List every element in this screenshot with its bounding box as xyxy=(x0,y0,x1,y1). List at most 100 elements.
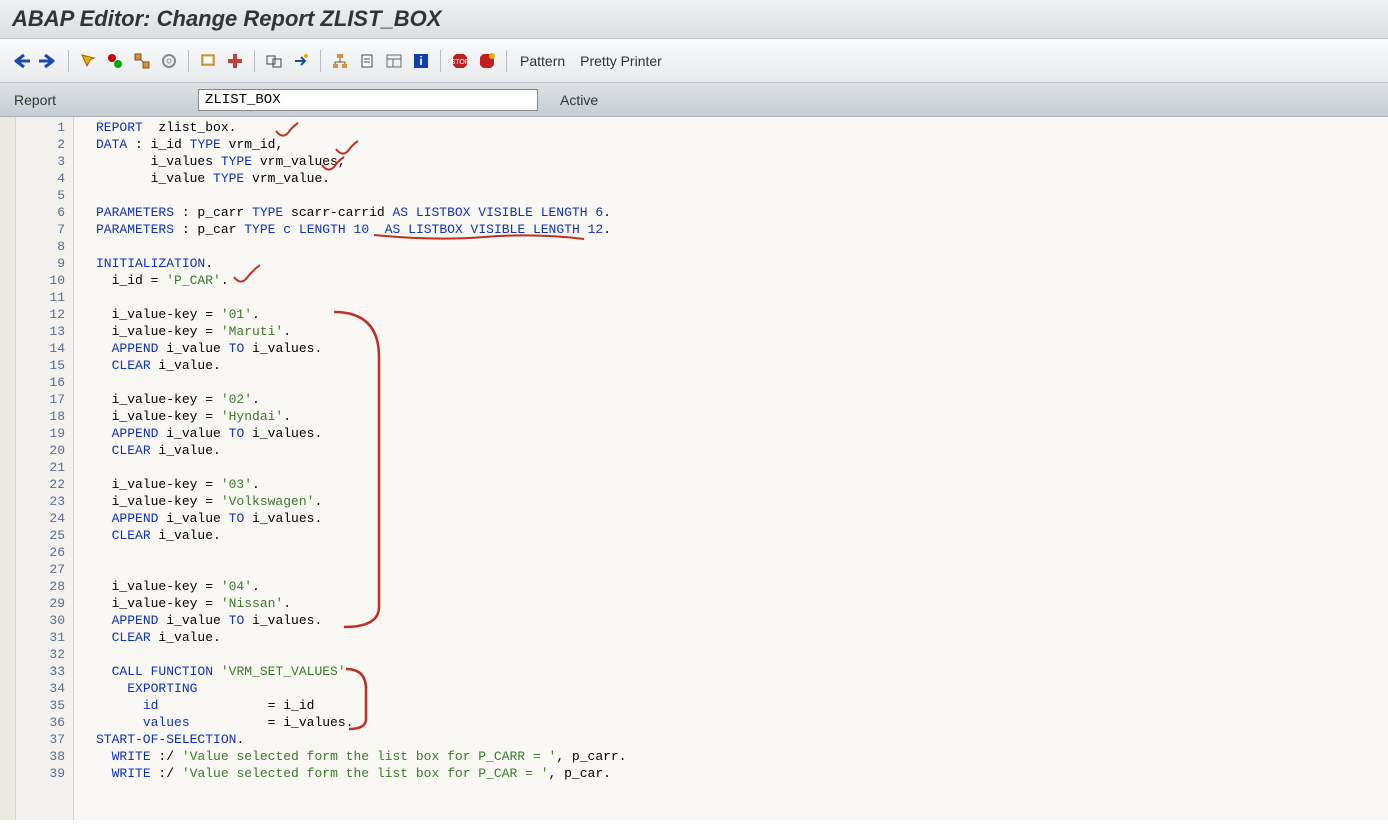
line-number: 35 xyxy=(16,697,65,714)
line-number: 22 xyxy=(16,476,65,493)
pretty-printer-button[interactable]: Pretty Printer xyxy=(580,53,662,69)
code-line[interactable]: APPEND i_value TO i_values. xyxy=(96,425,1388,442)
code-line[interactable]: i_value TYPE vrm_value. xyxy=(96,170,1388,187)
code-line[interactable] xyxy=(96,561,1388,578)
execute-icon[interactable] xyxy=(262,49,286,73)
toolbar: i STOP Pattern Pretty Printer xyxy=(0,39,1388,83)
insert-icon[interactable] xyxy=(355,49,379,73)
hierarchy-icon[interactable] xyxy=(328,49,352,73)
code-line[interactable]: values = i_values. xyxy=(96,714,1388,731)
line-number: 33 xyxy=(16,663,65,680)
code-line[interactable]: EXPORTING xyxy=(96,680,1388,697)
code-line[interactable]: APPEND i_value TO i_values. xyxy=(96,340,1388,357)
forward-icon[interactable] xyxy=(37,49,61,73)
line-number: 10 xyxy=(16,272,65,289)
back-icon[interactable] xyxy=(10,49,34,73)
code-line[interactable]: i_value-key = 'Maruti'. xyxy=(96,323,1388,340)
line-number: 2 xyxy=(16,136,65,153)
title-bar: ABAP Editor: Change Report ZLIST_BOX xyxy=(0,0,1388,39)
code-line[interactable] xyxy=(96,187,1388,204)
line-number: 39 xyxy=(16,765,65,782)
pattern-button[interactable]: Pattern xyxy=(520,53,565,69)
code-line[interactable] xyxy=(96,544,1388,561)
activate-icon[interactable] xyxy=(76,49,100,73)
line-number: 6 xyxy=(16,204,65,221)
code-line[interactable]: PARAMETERS : p_car TYPE c LENGTH 10 AS L… xyxy=(96,221,1388,238)
stop1-icon[interactable]: STOP xyxy=(448,49,472,73)
line-number: 29 xyxy=(16,595,65,612)
line-number: 37 xyxy=(16,731,65,748)
code-line[interactable]: DATA : i_id TYPE vrm_id, xyxy=(96,136,1388,153)
code-line[interactable]: CALL FUNCTION 'VRM_SET_VALUES' xyxy=(96,663,1388,680)
code-line[interactable] xyxy=(96,289,1388,306)
code-line[interactable]: i_values TYPE vrm_values, xyxy=(96,153,1388,170)
line-number: 38 xyxy=(16,748,65,765)
line-number: 1 xyxy=(16,119,65,136)
code-line[interactable]: INITIALIZATION. xyxy=(96,255,1388,272)
line-number-gutter: 1234567891011121314151617181920212223242… xyxy=(16,117,74,820)
code-body[interactable]: REPORT zlist_box.DATA : i_id TYPE vrm_id… xyxy=(74,117,1388,820)
code-line[interactable]: CLEAR i_value. xyxy=(96,629,1388,646)
code-line[interactable]: APPEND i_value TO i_values. xyxy=(96,612,1388,629)
pretzel-icon[interactable] xyxy=(157,49,181,73)
code-line[interactable]: i_value-key = 'Volkswagen'. xyxy=(96,493,1388,510)
code-line[interactable] xyxy=(96,646,1388,663)
code-line[interactable]: i_value-key = '01'. xyxy=(96,306,1388,323)
status-label: Active xyxy=(560,92,598,108)
code-line[interactable]: CLEAR i_value. xyxy=(96,442,1388,459)
line-number: 21 xyxy=(16,459,65,476)
code-line[interactable]: CLEAR i_value. xyxy=(96,527,1388,544)
line-number: 32 xyxy=(16,646,65,663)
line-number: 34 xyxy=(16,680,65,697)
code-line[interactable]: WRITE :/ 'Value selected form the list b… xyxy=(96,765,1388,782)
report-label: Report xyxy=(14,92,184,108)
code-line[interactable]: i_value-key = '03'. xyxy=(96,476,1388,493)
line-number: 23 xyxy=(16,493,65,510)
code-line[interactable]: REPORT zlist_box. xyxy=(96,119,1388,136)
code-line[interactable]: CLEAR i_value. xyxy=(96,357,1388,374)
svg-text:STOP: STOP xyxy=(451,59,469,66)
code-line[interactable]: PARAMETERS : p_carr TYPE scarr-carrid AS… xyxy=(96,204,1388,221)
report-name-input[interactable] xyxy=(198,89,538,111)
separator xyxy=(188,50,189,72)
line-number: 28 xyxy=(16,578,65,595)
line-number: 30 xyxy=(16,612,65,629)
code-line[interactable]: i_value-key = 'Hyndai'. xyxy=(96,408,1388,425)
code-line[interactable]: APPEND i_value TO i_values. xyxy=(96,510,1388,527)
line-number: 5 xyxy=(16,187,65,204)
display-icon[interactable] xyxy=(196,49,220,73)
code-line[interactable]: i_value-key = '02'. xyxy=(96,391,1388,408)
line-number: 9 xyxy=(16,255,65,272)
stop2-icon[interactable] xyxy=(475,49,499,73)
svg-text:i: i xyxy=(419,54,422,68)
code-line[interactable]: i_value-key = '04'. xyxy=(96,578,1388,595)
where-used-icon[interactable] xyxy=(130,49,154,73)
separator xyxy=(320,50,321,72)
code-line[interactable]: i_id = 'P_CAR'. xyxy=(96,272,1388,289)
line-number: 12 xyxy=(16,306,65,323)
code-line[interactable] xyxy=(96,459,1388,476)
code-line[interactable]: WRITE :/ 'Value selected form the list b… xyxy=(96,748,1388,765)
code-editor[interactable]: 1234567891011121314151617181920212223242… xyxy=(0,117,1388,820)
code-line[interactable] xyxy=(96,374,1388,391)
separator xyxy=(440,50,441,72)
fold-gutter xyxy=(0,117,16,820)
line-number: 17 xyxy=(16,391,65,408)
code-line[interactable]: i_value-key = 'Nissan'. xyxy=(96,595,1388,612)
layout-icon[interactable] xyxy=(382,49,406,73)
code-line[interactable]: id = i_id xyxy=(96,697,1388,714)
code-line[interactable]: START-OF-SELECTION. xyxy=(96,731,1388,748)
separator xyxy=(254,50,255,72)
check-icon[interactable] xyxy=(103,49,127,73)
line-number: 27 xyxy=(16,561,65,578)
line-number: 16 xyxy=(16,374,65,391)
help-icon[interactable]: i xyxy=(409,49,433,73)
line-number: 7 xyxy=(16,221,65,238)
line-number: 18 xyxy=(16,408,65,425)
direct-icon[interactable] xyxy=(289,49,313,73)
breakpoint-icon[interactable] xyxy=(223,49,247,73)
separator xyxy=(506,50,507,72)
line-number: 31 xyxy=(16,629,65,646)
code-line[interactable] xyxy=(96,238,1388,255)
line-number: 13 xyxy=(16,323,65,340)
